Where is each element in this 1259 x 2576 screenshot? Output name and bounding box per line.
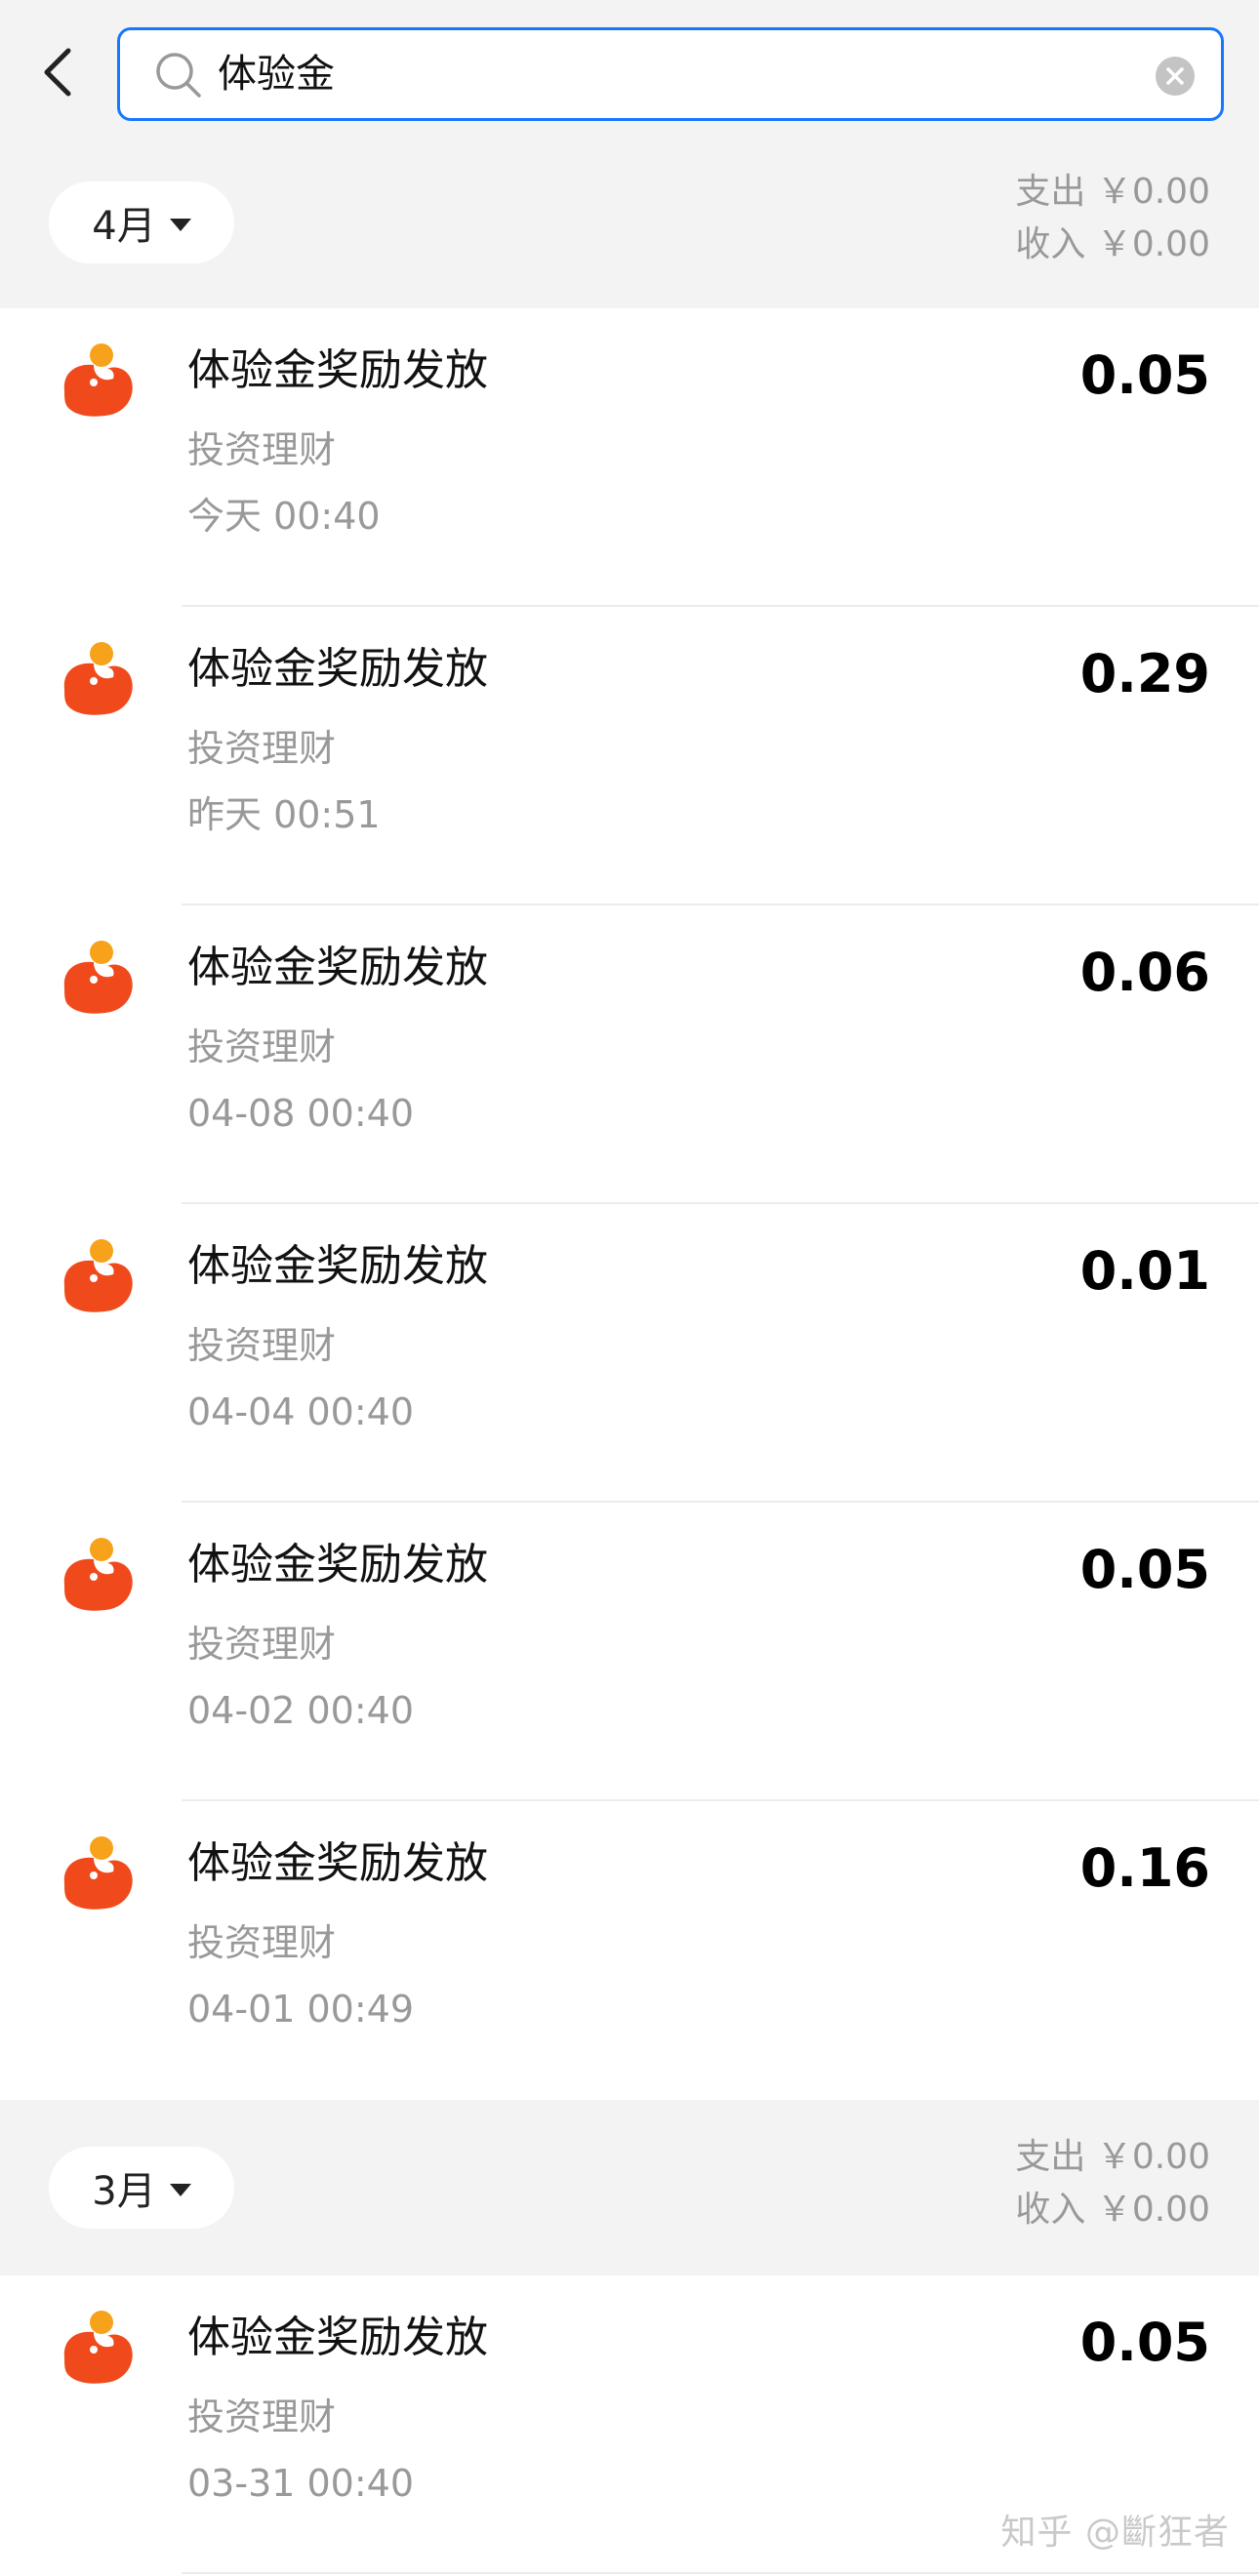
transaction-amount: 0.05 <box>1079 2312 1210 2373</box>
fund-logo-icon <box>63 1239 133 1312</box>
caret-down-icon <box>169 2183 191 2196</box>
search-icon <box>156 53 201 98</box>
transaction-time: 04-01 00:49 <box>187 1988 415 2031</box>
transaction-amount: 0.01 <box>1079 1240 1210 1302</box>
income-total: 收入 ￥0.00 <box>1015 2190 1210 2230</box>
transaction-category: 投资理财 <box>187 727 337 770</box>
transaction-list: 体验金奖励发放 投资理财 今天 00:40 0.05 体验金奖励发放 投资理财 … <box>0 308 1259 2100</box>
transaction-row[interactable]: 体验金奖励发放 投资理财 04-04 00:40 0.01 <box>0 1204 1259 1503</box>
transaction-title: 体验金奖励发放 <box>187 2313 488 2362</box>
transaction-amount: 0.16 <box>1079 1837 1210 1899</box>
fund-logo-icon <box>63 1538 133 1611</box>
watermark: 知乎 @斷狂者 <box>1000 2513 1230 2553</box>
transaction-amount: 0.06 <box>1079 942 1210 1003</box>
fund-logo-icon <box>63 1836 133 1910</box>
caret-down-icon <box>169 218 191 231</box>
month-section-header: 4月 支出 ￥0.00 收入 ￥0.00 <box>0 154 1259 308</box>
transaction-time: 昨天 00:51 <box>187 793 381 836</box>
transaction-category: 投资理财 <box>187 1324 337 1367</box>
fund-logo-icon <box>63 2311 133 2384</box>
transaction-category: 投资理财 <box>187 428 337 471</box>
search-input[interactable] <box>218 40 1096 108</box>
transaction-title: 体验金奖励发放 <box>187 1540 488 1590</box>
search-box[interactable] <box>117 27 1224 121</box>
transaction-row[interactable]: 体验金奖励发放 投资理财 04-01 00:49 0.16 <box>0 1801 1259 2100</box>
transaction-time: 04-04 00:40 <box>187 1390 415 1433</box>
fund-logo-icon <box>63 642 133 715</box>
month-filter-button[interactable]: 3月 <box>49 2147 234 2229</box>
transaction-time: 04-08 00:40 <box>187 1092 415 1135</box>
transaction-amount: 0.05 <box>1079 1539 1210 1600</box>
transaction-category: 投资理财 <box>187 1623 337 1666</box>
income-total: 收入 ￥0.00 <box>1015 224 1210 264</box>
month-label: 4月 <box>92 204 156 249</box>
month-summary: 支出 ￥0.00 收入 ￥0.00 <box>1015 2131 1210 2236</box>
divider <box>182 2572 1259 2574</box>
expense-total: 支出 ￥0.00 <box>1015 172 1210 212</box>
transaction-time: 03-31 00:40 <box>187 2462 415 2505</box>
fund-logo-icon <box>63 343 133 417</box>
transaction-title: 体验金奖励发放 <box>187 644 488 694</box>
transaction-amount: 0.05 <box>1079 344 1210 406</box>
clear-icon[interactable] <box>1155 56 1196 97</box>
transaction-title: 体验金奖励发放 <box>187 1838 488 1888</box>
transaction-title: 体验金奖励发放 <box>187 943 488 992</box>
month-label: 3月 <box>92 2169 156 2214</box>
transaction-time: 04-02 00:40 <box>187 1689 415 1732</box>
search-header <box>0 0 1259 154</box>
month-filter-button[interactable]: 4月 <box>49 181 234 263</box>
transaction-time: 今天 00:40 <box>187 495 381 538</box>
transaction-title: 体验金奖励发放 <box>187 1241 488 1291</box>
transaction-category: 投资理财 <box>187 2395 337 2438</box>
expense-total: 支出 ￥0.00 <box>1015 2137 1210 2177</box>
transaction-title: 体验金奖励发放 <box>187 345 488 395</box>
fund-logo-icon <box>63 941 133 1014</box>
transaction-row[interactable]: 体验金奖励发放 投资理财 04-02 00:40 0.05 <box>0 1503 1259 1801</box>
back-button[interactable] <box>39 43 78 101</box>
month-summary: 支出 ￥0.00 收入 ￥0.00 <box>1015 166 1210 271</box>
chevron-left-icon <box>44 48 71 97</box>
transaction-row[interactable]: 体验金奖励发放 投资理财 昨天 00:51 0.29 <box>0 607 1259 906</box>
transaction-row[interactable]: 体验金奖励发放 投资理财 04-08 00:40 0.06 <box>0 906 1259 1204</box>
transaction-category: 投资理财 <box>187 1026 337 1068</box>
transaction-row[interactable]: 体验金奖励发放 投资理财 今天 00:40 0.05 <box>0 308 1259 607</box>
month-section-header: 3月 支出 ￥0.00 收入 ￥0.00 <box>0 2100 1259 2275</box>
transaction-category: 投资理财 <box>187 1921 337 1964</box>
transaction-amount: 0.29 <box>1079 643 1210 704</box>
